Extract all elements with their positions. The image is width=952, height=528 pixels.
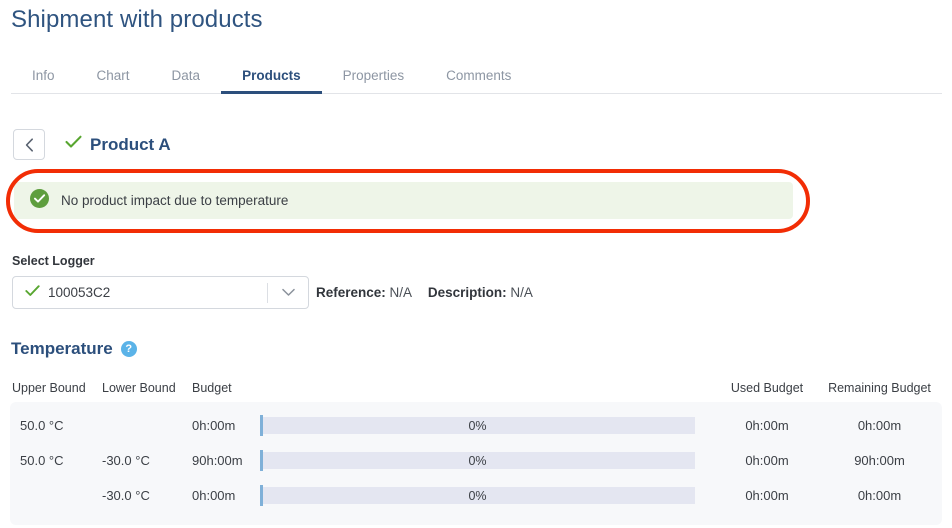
table-row: 50.0 °C 0h:00m 0% 0h:00m 0h:00m (10, 408, 942, 443)
progress-bar-marker (260, 450, 263, 471)
tab-properties[interactable]: Properties (322, 60, 426, 94)
reference-label: Reference: (316, 285, 386, 300)
table-row: -30.0 °C 0h:00m 0% 0h:00m 0h:00m (10, 478, 942, 513)
question-mark-icon[interactable]: ? (120, 341, 137, 357)
table-body: 50.0 °C 0h:00m 0% 0h:00m 0h:00m 50.0 °C -30.0 … (10, 402, 942, 525)
temperature-table: Upper Bound Lower Bound Budget Used Budg… (10, 374, 942, 525)
cell-upper-bound: 50.0 °C (20, 418, 64, 433)
cell-budget: 90h:00m (192, 453, 243, 468)
cell-used-budget: 0h:00m (745, 453, 789, 468)
check-circle-icon (30, 188, 49, 213)
logger-select[interactable]: 100053C2 (12, 276, 309, 309)
back-button[interactable] (13, 129, 45, 160)
progress-bar-percent: 0% (468, 418, 487, 433)
progress-bar-percent: 0% (468, 488, 487, 503)
tab-bar: Info Chart Data Products Properties Comments (11, 60, 942, 94)
cell-budget: 0h:00m (192, 418, 236, 433)
cell-progress: 0% (260, 450, 717, 471)
cell-remaining-budget: 0h:00m (857, 488, 902, 503)
logger-meta: Reference: N/A Description: N/A (316, 285, 533, 300)
chevron-left-icon (25, 137, 34, 152)
table-header-row: Upper Bound Lower Bound Budget Used Budg… (10, 374, 942, 402)
progress-bar: 0% (260, 485, 695, 506)
column-header-remaining-budget: Remaining Budget (828, 381, 931, 395)
page-title: Shipment with products (11, 6, 263, 33)
cell-lower-bound: -30.0 °C (102, 453, 150, 468)
product-header: Product A (13, 129, 171, 160)
tab-chart[interactable]: Chart (76, 60, 151, 94)
progress-bar: 0% (260, 450, 695, 471)
product-name: Product A (90, 134, 171, 154)
select-logger-label: Select Logger (12, 254, 95, 268)
column-header-lower-bound: Lower Bound (102, 381, 176, 395)
cell-budget: 0h:00m (192, 488, 236, 503)
cell-remaining-budget: 0h:00m (857, 418, 902, 433)
chevron-down-icon[interactable] (268, 288, 308, 297)
column-header-budget: Budget (192, 381, 232, 395)
progress-bar-marker (260, 485, 263, 506)
description-label: Description: (427, 285, 507, 300)
progress-bar-marker (260, 415, 263, 436)
cell-progress: 0% (260, 415, 717, 436)
table-row: 50.0 °C -30.0 °C 90h:00m 0% 0h:00m 90h:00m (10, 443, 942, 478)
cell-lower-bound: -30.0 °C (102, 488, 150, 503)
product-title-group: Product A (65, 135, 171, 155)
tab-info[interactable]: Info (11, 60, 76, 94)
tab-data[interactable]: Data (151, 60, 222, 94)
check-icon (65, 135, 82, 154)
cell-upper-bound: 50.0 °C (20, 453, 64, 468)
description-value: N/A (510, 285, 533, 300)
cell-used-budget: 0h:00m (745, 488, 789, 503)
progress-bar-percent: 0% (468, 453, 487, 468)
cell-progress: 0% (260, 485, 717, 506)
tab-comments[interactable]: Comments (425, 60, 532, 94)
check-icon (25, 284, 40, 302)
logger-select-value: 100053C2 (48, 285, 111, 300)
temperature-section-header: Temperature ? (11, 339, 137, 359)
status-banner: No product impact due to temperature (14, 182, 793, 219)
section-title: Temperature (11, 339, 113, 358)
reference-value: N/A (389, 285, 412, 300)
column-header-upper-bound: Upper Bound (12, 381, 86, 395)
progress-bar: 0% (260, 415, 695, 436)
column-header-used-budget: Used Budget (730, 381, 804, 395)
cell-used-budget: 0h:00m (745, 418, 789, 433)
cell-remaining-budget: 90h:00m (854, 453, 905, 468)
status-banner-text: No product impact due to temperature (61, 193, 289, 208)
tab-products[interactable]: Products (221, 60, 322, 94)
